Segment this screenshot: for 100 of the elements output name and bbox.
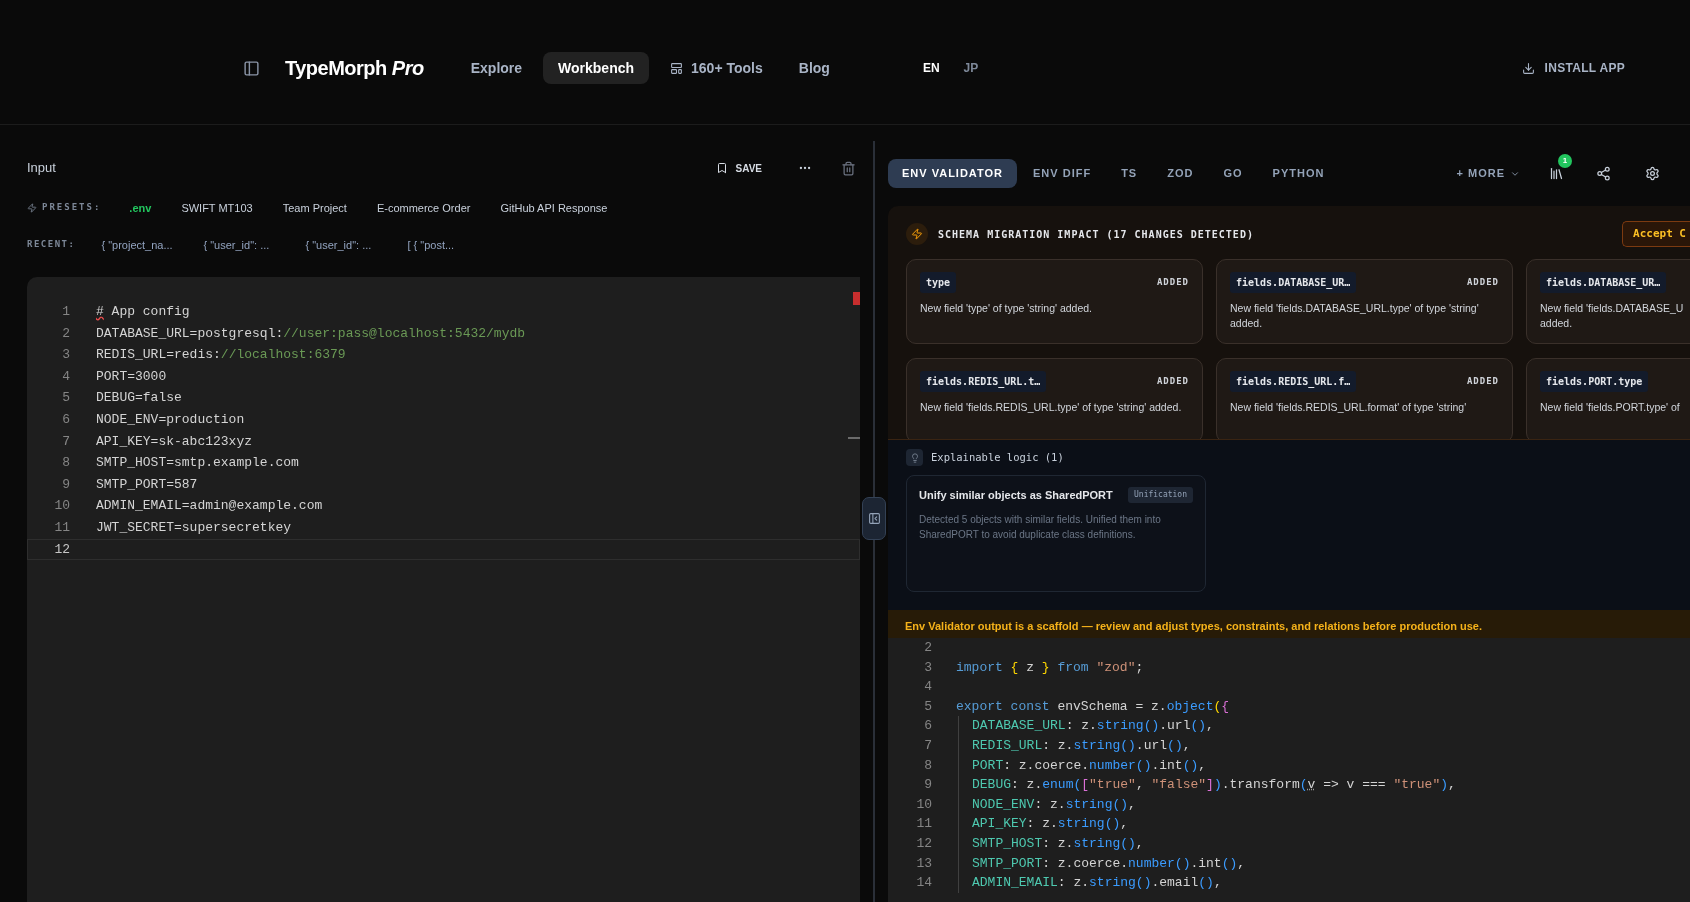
code-line: # App config — [96, 303, 190, 322]
logic-description: Detected 5 objects with similar fields. Unified them into SharedPORT to avoid duplicate class definitions. — [919, 512, 1162, 542]
nav-link[interactable]: Blog — [783, 52, 845, 84]
line-number: 10 — [915, 795, 932, 814]
output-tab[interactable]: ZOD — [1153, 159, 1208, 188]
brand-logo[interactable]: TypeMorph Pro — [285, 53, 424, 83]
code-line: SMTP_PORT: z.coerce.number().int(), — [972, 854, 1246, 873]
presets-label: PRESETS: — [27, 201, 102, 215]
preset-chip[interactable]: .env — [116, 199, 165, 217]
logic-title: Explainable logic (1) — [931, 449, 1064, 465]
code-line: SMTP_PORT=587 — [96, 475, 198, 494]
change-description: New field 'fields.DATABASE_URL.type' of type 'string' added. — [1230, 301, 1479, 331]
line-number: 6 — [61, 411, 70, 429]
preset-chip[interactable]: Team Project — [269, 199, 360, 217]
line-number: 5 — [61, 389, 70, 408]
code-line: DEBUG=false — [96, 389, 182, 408]
field-chip: fields.PORT.type — [1540, 371, 1649, 392]
status-label: ADDED — [1156, 374, 1189, 388]
line-number: 13 — [915, 854, 932, 873]
tools-icon — [670, 61, 684, 75]
download-icon — [1521, 61, 1535, 75]
code-line: import { z } from "zod"; — [956, 658, 1144, 677]
line-number: 12 — [53, 540, 70, 559]
status-label: ADDED — [1466, 374, 1499, 388]
preset-chip[interactable]: E-commerce Order — [363, 199, 484, 217]
delete-icon[interactable] — [841, 160, 856, 176]
notification-badge: 1 — [1558, 153, 1572, 168]
field-chip: fields.DATABASE_UR… — [1540, 272, 1667, 293]
nav-link[interactable]: 160+ Tools — [655, 52, 778, 84]
sidebar-toggle-icon[interactable] — [243, 59, 260, 77]
output-tab[interactable]: ENV VALIDATOR — [888, 159, 1017, 188]
warning-text: Env Validator output is a scaffold — review and adjust types, constraints, and relations before production use. — [905, 619, 1482, 635]
recent-item[interactable]: { "user_id": ... — [299, 236, 398, 254]
status-label: ADDED — [1156, 275, 1189, 289]
language-option[interactable]: EN — [922, 59, 940, 77]
code-line: API_KEY: z.string(), — [972, 815, 1129, 834]
code-line: NODE_ENV=production — [96, 411, 245, 429]
collapse-panel-button[interactable] — [862, 497, 886, 540]
line-number: 2 — [923, 639, 932, 658]
field-chip: fields.REDIS_URL.t… — [920, 371, 1047, 392]
share-icon[interactable] — [1596, 166, 1611, 181]
lightning-icon — [906, 223, 928, 245]
change-description: New field 'fields.REDIS_URL.type' of type 'string' added. — [920, 400, 1182, 415]
logic-item-title: Unify similar objects as SharedPORT — [919, 488, 1113, 503]
line-number: 7 — [923, 737, 932, 755]
line-number: 12 — [915, 835, 932, 853]
field-chip: type — [920, 272, 957, 293]
code-line: REDIS_URL: z.string().url(), — [972, 737, 1191, 755]
code-line: ADMIN_EMAIL: z.string().email(), — [972, 874, 1222, 893]
migration-title: SCHEMA MIGRATION IMPACT (17 CHANGES DETECTED) — [938, 227, 1254, 242]
accept-button[interactable]: Accept C — [1622, 221, 1690, 247]
panel-title: Input — [27, 159, 56, 178]
scrollbar-marker — [853, 292, 860, 305]
code-line: ADMIN_EMAIL=admin@example.com — [96, 497, 323, 516]
change-description: New field 'type' of type 'string' added. — [920, 301, 1093, 316]
line-number: 5 — [923, 697, 932, 716]
code-line: DATABASE_URL: z.string().url(), — [972, 717, 1214, 736]
code-line: REDIS_URL=redis://localhost:6379 — [96, 346, 346, 365]
recent-label: RECENT: — [27, 238, 76, 252]
nav-link[interactable]: Workbench — [543, 52, 650, 84]
install-app-button[interactable]: INSTALL APP — [1521, 59, 1625, 77]
code-line: API_KEY=sk-abc123xyz — [96, 432, 253, 451]
line-number: 9 — [61, 475, 70, 494]
output-tab[interactable]: ENV DIFF — [1019, 159, 1106, 188]
more-dropdown[interactable]: + MORE — [1456, 165, 1520, 182]
recent-item[interactable]: { "project_na... — [95, 236, 194, 254]
line-number: 6 — [923, 717, 932, 736]
change-description: New field 'fields.DATABASE_U added. — [1540, 301, 1684, 331]
preset-chip[interactable]: GitHub API Response — [487, 199, 621, 217]
preset-chip[interactable]: SWIFT MT103 — [168, 199, 266, 217]
line-number: 1 — [61, 303, 70, 322]
books-icon — [1548, 166, 1564, 181]
line-number: 11 — [915, 815, 932, 834]
line-number: 9 — [923, 776, 932, 795]
code-line: DEBUG: z.enum(["true", "false"]).transform(v => v === "true"), — [972, 776, 1456, 795]
status-label: ADDED — [1466, 275, 1499, 289]
output-tab[interactable]: PYTHON — [1258, 159, 1339, 188]
code-line: JWT_SECRET=supersecretkey — [96, 519, 292, 537]
language-option[interactable]: JP — [963, 59, 979, 77]
lightbulb-icon — [906, 449, 923, 466]
output-tab[interactable]: GO — [1209, 159, 1257, 188]
code-line: DATABASE_URL=postgresql://user:pass@localhost:5432/mydb — [96, 324, 526, 343]
category-tag: Unification — [1128, 487, 1193, 504]
recent-item[interactable]: { "user_id": ... — [197, 236, 296, 254]
code-line: SMTP_HOST=smtp.example.com — [96, 454, 299, 473]
recent-item[interactable]: [ { "post... — [401, 236, 500, 254]
line-number: 4 — [923, 678, 932, 697]
collapse-icon — [867, 512, 881, 525]
save-button[interactable]: SAVE — [715, 160, 762, 176]
line-number: 14 — [915, 874, 932, 893]
line-number: 3 — [61, 346, 70, 365]
output-tab[interactable]: TS — [1107, 159, 1152, 188]
line-number: 10 — [53, 497, 70, 516]
bookmark-icon — [715, 162, 728, 174]
settings-icon[interactable] — [1645, 166, 1660, 181]
change-description: New field 'fields.REDIS_URL.format' of type 'string' — [1230, 400, 1467, 415]
code-line: export const envSchema = z.object({ — [956, 697, 1230, 716]
nav-link[interactable]: Explore — [455, 52, 538, 84]
change-description: New field 'fields.PORT.type' of — [1540, 400, 1680, 415]
code-line: SMTP_HOST: z.string(), — [972, 835, 1144, 853]
